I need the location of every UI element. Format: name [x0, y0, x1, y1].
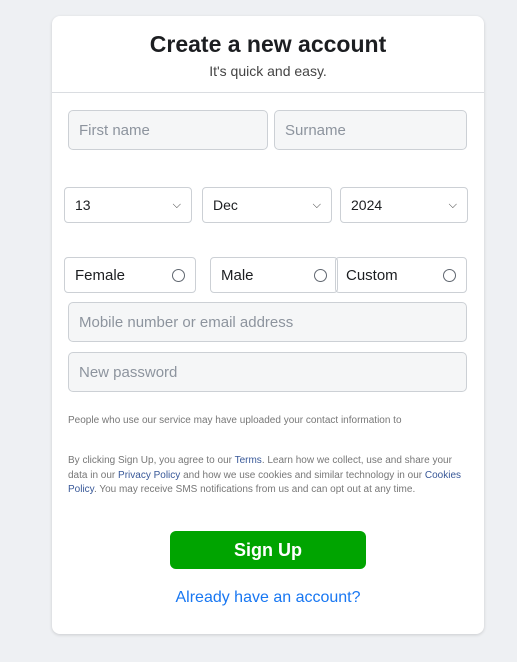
- terms-text: By clicking Sign Up, you agree to our Te…: [68, 455, 462, 495]
- page-title: Create a new account: [149, 31, 387, 57]
- terms-link[interactable]: Terms: [235, 455, 262, 466]
- page-subtitle: It's quick and easy.: [209, 63, 327, 79]
- dob-month-value: Dec: [213, 197, 238, 213]
- privacy-policy-link[interactable]: Privacy Policy: [118, 470, 180, 481]
- already-have-account-link[interactable]: Already have an account?: [52, 589, 484, 607]
- gender-option-female[interactable]: Female: [64, 257, 196, 293]
- dob-day-dropdown[interactable]: 13 ⌵: [64, 187, 192, 223]
- signup-card: Create a new account It's quick and easy…: [52, 16, 484, 634]
- gender-option-custom[interactable]: Custom: [335, 257, 467, 293]
- password-input[interactable]: [68, 352, 467, 392]
- gender-label: Male: [221, 266, 254, 284]
- gender-label: Custom: [346, 266, 398, 284]
- dob-month-dropdown[interactable]: Dec ⌵: [202, 187, 332, 223]
- chevron-down-icon: ⌵: [172, 198, 181, 211]
- contact-upload-notice: People who use our service may have uplo…: [68, 415, 402, 426]
- sign-up-button[interactable]: Sign Up: [170, 531, 366, 569]
- gender-option-male[interactable]: Male: [210, 257, 338, 293]
- radio-circle-icon[interactable]: [172, 268, 185, 282]
- surname-input[interactable]: [274, 110, 467, 150]
- radio-circle-icon[interactable]: [314, 268, 327, 282]
- divider: [52, 92, 484, 93]
- dob-year-dropdown[interactable]: 2024 ⌵: [340, 187, 468, 223]
- contact-input[interactable]: [68, 302, 467, 342]
- gender-label: Female: [75, 266, 126, 284]
- first-name-input[interactable]: [68, 110, 268, 150]
- chevron-down-icon: ⌵: [312, 198, 321, 211]
- radio-circle-icon[interactable]: [443, 268, 456, 282]
- dob-year-value: 2024: [351, 197, 383, 213]
- chevron-down-icon: ⌵: [448, 198, 457, 211]
- dob-day-value: 13: [75, 197, 91, 213]
